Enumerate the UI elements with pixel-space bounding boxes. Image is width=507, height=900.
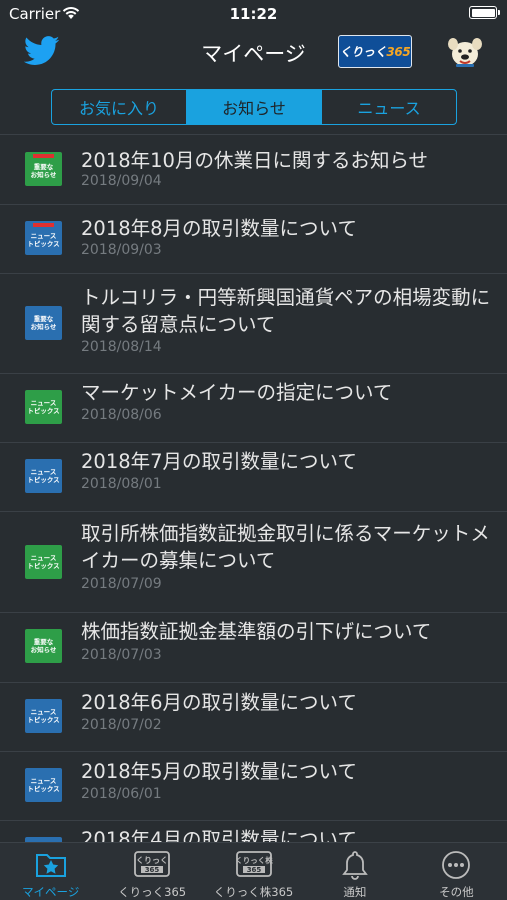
bell-icon <box>340 849 370 885</box>
item-date: 2018/08/06 <box>81 407 162 423</box>
list-item[interactable]: ニュース トピックス 2018年8月の取引数量について 2018/09/03 <box>0 205 507 274</box>
badge-label: 重要な お知らせ <box>30 315 57 331</box>
category-badge-icon: ニュース トピックス <box>25 699 62 733</box>
category-badge-icon: 重要な お知らせ <box>25 629 62 663</box>
badge-label: ニュース トピックス <box>27 468 60 484</box>
list-item[interactable]: ニュース トピックス 2018年5月の取引数量について 2018/06/01 <box>0 752 507 821</box>
item-title: 2018年5月の取引数量について <box>81 760 357 783</box>
item-date: 2018/07/03 <box>81 647 162 663</box>
tab-label: くりっく365 <box>118 885 187 899</box>
category-badge-icon: 重要な お知らせ <box>25 152 62 186</box>
tab-click365[interactable]: くりっく 365 くりっく365 <box>101 843 202 900</box>
tab-bar: マイページ くりっく 365 くりっく365 くりっく株 365 くりっく株365 通知 その他 <box>0 842 507 900</box>
new-marker <box>33 223 54 227</box>
category-badge-icon: ニュース トピックス <box>25 459 62 493</box>
tab-label: くりっく株365 <box>213 885 294 899</box>
item-title: マーケットメイカーの指定について <box>81 381 393 404</box>
list-item[interactable]: 重要な お知らせ 2018年10月の休業日に関するお知らせ 2018/09/04 <box>0 135 507 205</box>
badge-label: 重要な お知らせ <box>30 638 57 654</box>
item-title: 2018年8月の取引数量について <box>81 217 357 240</box>
item-title: 2018年6月の取引数量について <box>81 691 357 714</box>
click365-logo-button[interactable]: くりっく365 <box>338 35 412 68</box>
item-date: 2018/06/01 <box>81 786 162 802</box>
item-title: トルコリラ・円等新興国通貨ペアの相場変動に関する留意点について <box>81 286 491 336</box>
item-title: 取引所株価指数証拠金取引に係るマーケットメイカーの募集について <box>81 522 490 572</box>
category-badge-icon: 重要な お知らせ <box>25 306 62 340</box>
mypage-star-icon <box>34 849 68 883</box>
item-title: 2018年7月の取引数量について <box>81 450 357 473</box>
page-title: マイページ <box>201 42 306 66</box>
svg-text:365: 365 <box>145 866 160 874</box>
segment-tab-2[interactable]: ニュース <box>322 90 456 124</box>
item-date: 2018/08/01 <box>81 476 162 492</box>
tab-bell[interactable]: 通知 <box>304 843 405 900</box>
item-date: 2018/08/14 <box>81 339 162 355</box>
item-date: 2018/07/02 <box>81 717 162 733</box>
svg-text:くりっく株: くりっく株 <box>235 855 273 865</box>
category-badge-icon: ニュース トピックス <box>25 221 62 255</box>
svg-text:365: 365 <box>246 866 261 874</box>
badge-label: 重要な お知らせ <box>30 163 57 179</box>
segment-tab-1[interactable]: お知らせ <box>187 90 322 124</box>
item-date: 2018/09/04 <box>81 173 162 189</box>
tab-label: マイページ <box>22 885 80 899</box>
logo-number: 365 <box>386 45 411 59</box>
item-date: 2018/09/03 <box>81 242 162 258</box>
tab-label: 通知 <box>343 885 367 899</box>
badge-label: ニュース トピックス <box>27 232 60 248</box>
category-badge-icon: ニュース トピックス <box>25 768 62 802</box>
list-item[interactable]: ニュース トピックス 取引所株価指数証拠金取引に係るマーケットメイカーの募集につい… <box>0 512 507 613</box>
status-bar: Carrier 11:22 <box>0 0 507 28</box>
click-kabu365-icon: くりっく株 365 <box>234 849 274 883</box>
more-icon <box>440 849 472 885</box>
category-badge-icon: ニュース トピックス <box>25 390 62 424</box>
badge-label: ニュース トピックス <box>27 554 60 570</box>
clock: 11:22 <box>229 5 278 23</box>
logo-text: くりっく <box>339 45 387 59</box>
item-title: 2018年10月の休業日に関するお知らせ <box>81 149 429 172</box>
category-badge-icon: ニュース トピックス <box>25 545 62 579</box>
list-item[interactable]: ニュース トピックス 2018年7月の取引数量について 2018/08/01 <box>0 443 507 512</box>
click365-icon: くりっく 365 <box>132 849 172 883</box>
list-item[interactable]: ニュース トピックス 2018年6月の取引数量について 2018/07/02 <box>0 683 507 752</box>
mascot-dog-icon[interactable] <box>447 36 483 72</box>
notice-list: 重要な お知らせ 2018年10月の休業日に関するお知らせ 2018/09/04 ニュ… <box>0 134 507 842</box>
segment-tab-0[interactable]: お気に入り <box>52 90 187 124</box>
tab-mypage-star[interactable]: マイページ <box>0 843 101 900</box>
list-item[interactable]: ニュース トピックス マーケットメイカーの指定について 2018/08/06 <box>0 374 507 443</box>
tab-more[interactable]: その他 <box>406 843 507 900</box>
list-item[interactable]: 重要な お知らせ 株価指数証拠金基準額の引下げについて 2018/07/03 <box>0 613 507 683</box>
navigation-bar: マイページ くりっく365 <box>0 28 507 76</box>
tab-label: その他 <box>439 885 474 899</box>
badge-label: ニュース トピックス <box>27 399 60 415</box>
segmented-control: お気に入り お知らせ ニュース <box>51 89 457 125</box>
badge-label: ニュース トピックス <box>27 708 60 724</box>
list-item[interactable]: 重要な お知らせ トルコリラ・円等新興国通貨ペアの相場変動に関する留意点について 2… <box>0 274 507 374</box>
svg-text:くりっく: くりっく <box>136 856 168 865</box>
badge-label: ニュース トピックス <box>27 777 60 793</box>
tab-click-kabu365[interactable]: くりっく株 365 くりっく株365 <box>203 843 304 900</box>
new-marker <box>33 154 54 158</box>
item-date: 2018/07/09 <box>81 576 162 592</box>
list-item[interactable]: ニュース トピックス2018年4月の取引数量について <box>0 821 507 842</box>
item-title: 株価指数証拠金基準額の引下げについて <box>81 620 432 643</box>
item-title: 2018年4月の取引数量について <box>81 828 357 842</box>
battery-icon <box>469 6 500 19</box>
